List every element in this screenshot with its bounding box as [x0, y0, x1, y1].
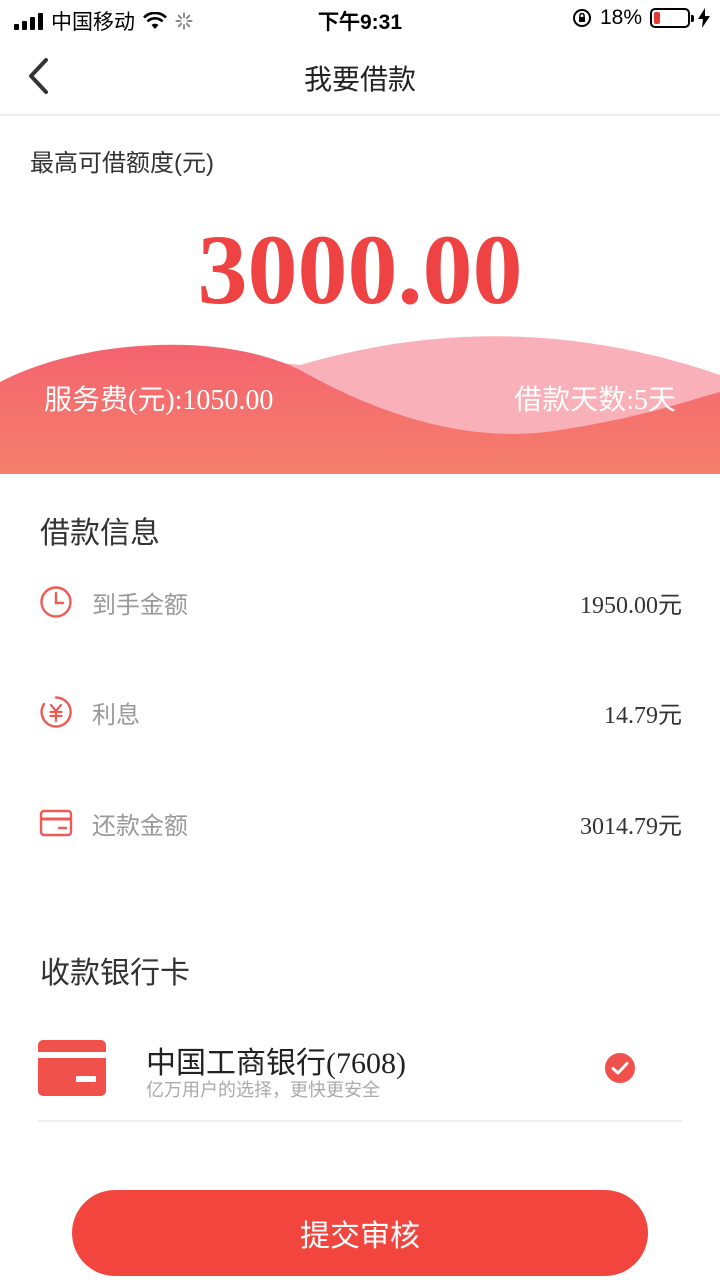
- battery-percent: 18%: [599, 6, 642, 29]
- battery-icon: [650, 8, 694, 28]
- loan-info-title: 借款信息: [40, 517, 160, 550]
- info-label: 还款金额: [92, 812, 188, 840]
- page-title: 我要借款: [303, 64, 416, 95]
- loan-days-text: 借款天数:5天: [514, 385, 676, 416]
- info-value: 14.79元: [604, 702, 682, 729]
- card-icon: [38, 805, 74, 841]
- limit-label: 最高可借额度(元): [30, 150, 214, 177]
- clock-icon: [38, 584, 74, 620]
- nav-bar: 我要借款: [0, 36, 720, 116]
- submit-button[interactable]: 提交审核: [72, 1190, 648, 1276]
- service-fee-text: 服务费(元):1050.00: [44, 385, 274, 416]
- info-value: 3014.79元: [580, 813, 682, 840]
- bank-card-icon: [38, 1040, 106, 1096]
- info-row-interest: 利息 14.79元: [38, 690, 682, 734]
- bank-section-title: 收款银行卡: [40, 957, 190, 990]
- status-bar: 中国移动 下午9:31 18%: [0, 0, 720, 36]
- charging-bolt-icon: [698, 8, 710, 28]
- yuan-coin-icon: [38, 694, 74, 730]
- bank-card-row[interactable]: 中国工商银行(7608) 亿万用户的选择，更快更安全: [38, 1030, 682, 1122]
- orientation-lock-icon: [572, 9, 591, 27]
- check-circle-icon[interactable]: [604, 1052, 636, 1084]
- info-row-repayment: 还款金额 3014.79元: [38, 801, 682, 845]
- info-row-received: 到手金额 1950.00元: [38, 580, 682, 624]
- info-value: 1950.00元: [580, 592, 682, 619]
- battery-fill: [654, 12, 660, 24]
- info-label: 到手金额: [92, 591, 188, 619]
- status-right: 18%: [572, 6, 710, 30]
- info-label: 利息: [92, 701, 140, 729]
- bank-subtitle: 亿万用户的选择，更快更安全: [146, 1080, 380, 1100]
- limit-amount: 3000.00: [197, 214, 523, 325]
